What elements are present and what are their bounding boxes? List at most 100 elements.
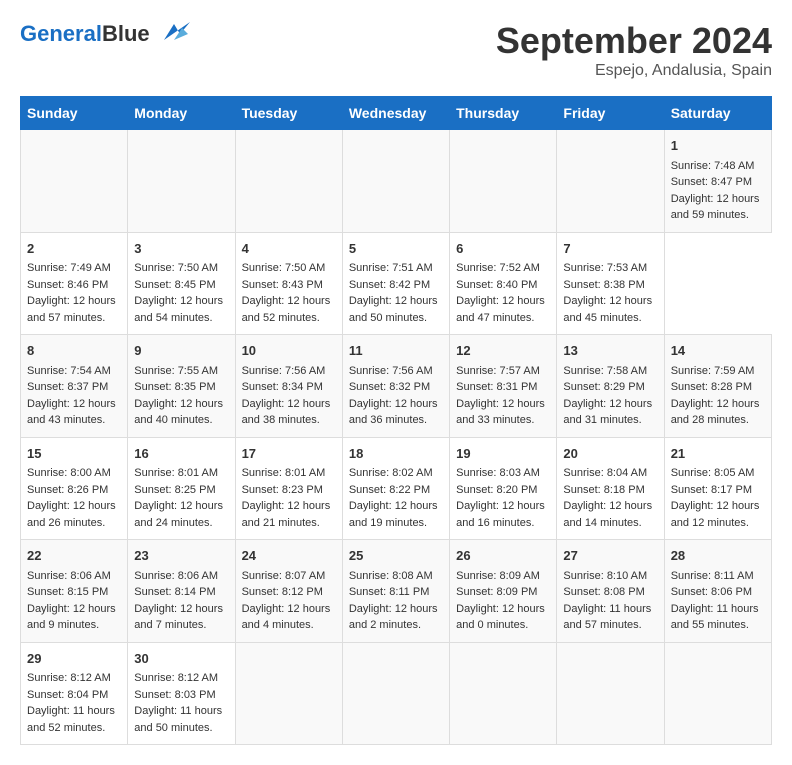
calendar-week-3: 15Sunrise: 8:00 AMSunset: 8:26 PMDayligh… xyxy=(21,437,772,540)
day-number: 24 xyxy=(242,546,336,566)
header-tuesday: Tuesday xyxy=(235,97,342,130)
sunrise: Sunrise: 8:06 AM xyxy=(134,570,218,582)
sunrise: Sunrise: 8:06 AM xyxy=(27,570,111,582)
sunrise: Sunrise: 7:52 AM xyxy=(456,262,540,274)
day-cell-23: 23Sunrise: 8:06 AMSunset: 8:14 PMDayligh… xyxy=(128,540,235,643)
day-cell-25: 25Sunrise: 8:08 AMSunset: 8:11 PMDayligh… xyxy=(342,540,449,643)
day-number: 30 xyxy=(134,649,228,669)
daylight: Daylight: 12 hours and 57 minutes. xyxy=(27,295,116,324)
sunrise: Sunrise: 7:50 AM xyxy=(134,262,218,274)
day-number: 22 xyxy=(27,546,121,566)
day-number: 8 xyxy=(27,341,121,361)
daylight: Daylight: 12 hours and 12 minutes. xyxy=(671,500,760,529)
daylight: Daylight: 12 hours and 16 minutes. xyxy=(456,500,545,529)
day-cell-3: 3Sunrise: 7:50 AMSunset: 8:45 PMDaylight… xyxy=(128,232,235,335)
sunrise: Sunrise: 7:53 AM xyxy=(563,262,647,274)
page-header: GeneralBlue September 2024 Espejo, Andal… xyxy=(20,20,772,80)
daylight: Daylight: 12 hours and 19 minutes. xyxy=(349,500,438,529)
sunrise: Sunrise: 7:56 AM xyxy=(242,365,326,377)
sunset: Sunset: 8:43 PM xyxy=(242,279,323,291)
day-cell-4: 4Sunrise: 7:50 AMSunset: 8:43 PMDaylight… xyxy=(235,232,342,335)
day-cell-18: 18Sunrise: 8:02 AMSunset: 8:22 PMDayligh… xyxy=(342,437,449,540)
day-cell-12: 12Sunrise: 7:57 AMSunset: 8:31 PMDayligh… xyxy=(450,335,557,438)
day-number: 5 xyxy=(349,239,443,259)
calendar-week-0: 1Sunrise: 7:48 AMSunset: 8:47 PMDaylight… xyxy=(21,130,772,233)
sunset: Sunset: 8:15 PM xyxy=(27,586,108,598)
empty-cell xyxy=(557,130,664,233)
sunrise: Sunrise: 7:49 AM xyxy=(27,262,111,274)
sunset: Sunset: 8:38 PM xyxy=(563,279,644,291)
sunset: Sunset: 8:46 PM xyxy=(27,279,108,291)
header-thursday: Thursday xyxy=(450,97,557,130)
day-cell-28: 28Sunrise: 8:11 AMSunset: 8:06 PMDayligh… xyxy=(664,540,771,643)
sunset: Sunset: 8:22 PM xyxy=(349,484,430,496)
day-number: 29 xyxy=(27,649,121,669)
daylight: Daylight: 12 hours and 38 minutes. xyxy=(242,398,331,427)
empty-cell xyxy=(342,130,449,233)
daylight: Daylight: 12 hours and 36 minutes. xyxy=(349,398,438,427)
sunset: Sunset: 8:18 PM xyxy=(563,484,644,496)
sunrise: Sunrise: 8:10 AM xyxy=(563,570,647,582)
daylight: Daylight: 12 hours and 43 minutes. xyxy=(27,398,116,427)
daylight: Daylight: 12 hours and 9 minutes. xyxy=(27,603,116,632)
daylight: Daylight: 12 hours and 14 minutes. xyxy=(563,500,652,529)
day-number: 10 xyxy=(242,341,336,361)
header-sunday: Sunday xyxy=(21,97,128,130)
day-cell-1: 1Sunrise: 7:48 AMSunset: 8:47 PMDaylight… xyxy=(664,130,771,233)
daylight: Daylight: 12 hours and 54 minutes. xyxy=(134,295,223,324)
daylight: Daylight: 12 hours and 26 minutes. xyxy=(27,500,116,529)
daylight: Daylight: 12 hours and 52 minutes. xyxy=(242,295,331,324)
header-monday: Monday xyxy=(128,97,235,130)
header-wednesday: Wednesday xyxy=(342,97,449,130)
sunrise: Sunrise: 7:54 AM xyxy=(27,365,111,377)
day-number: 7 xyxy=(563,239,657,259)
daylight: Daylight: 11 hours and 50 minutes. xyxy=(134,705,222,734)
daylight: Daylight: 11 hours and 57 minutes. xyxy=(563,603,651,632)
sunrise: Sunrise: 8:12 AM xyxy=(134,672,218,684)
logo-general: General xyxy=(20,21,102,46)
daylight: Daylight: 12 hours and 45 minutes. xyxy=(563,295,652,324)
sunrise: Sunrise: 8:05 AM xyxy=(671,467,755,479)
sunrise: Sunrise: 8:02 AM xyxy=(349,467,433,479)
sunrise: Sunrise: 8:09 AM xyxy=(456,570,540,582)
calendar-body: 1Sunrise: 7:48 AMSunset: 8:47 PMDaylight… xyxy=(21,130,772,745)
sunrise: Sunrise: 8:04 AM xyxy=(563,467,647,479)
sunrise: Sunrise: 8:00 AM xyxy=(27,467,111,479)
sunset: Sunset: 8:47 PM xyxy=(671,176,752,188)
day-number: 1 xyxy=(671,136,765,156)
daylight: Daylight: 12 hours and 31 minutes. xyxy=(563,398,652,427)
day-number: 15 xyxy=(27,444,121,464)
day-number: 13 xyxy=(563,341,657,361)
daylight: Daylight: 12 hours and 24 minutes. xyxy=(134,500,223,529)
calendar-week-1: 2Sunrise: 7:49 AMSunset: 8:46 PMDaylight… xyxy=(21,232,772,335)
daylight: Daylight: 12 hours and 4 minutes. xyxy=(242,603,331,632)
sunset: Sunset: 8:12 PM xyxy=(242,586,323,598)
sunrise: Sunrise: 8:07 AM xyxy=(242,570,326,582)
sunset: Sunset: 8:37 PM xyxy=(27,381,108,393)
day-cell-8: 8 Sunrise: 7:54 AM Sunset: 8:37 PM Daylight… xyxy=(21,335,128,438)
daylight: Daylight: 12 hours and 50 minutes. xyxy=(349,295,438,324)
day-cell-17: 17Sunrise: 8:01 AMSunset: 8:23 PMDayligh… xyxy=(235,437,342,540)
empty-cell xyxy=(557,642,664,745)
day-number: 12 xyxy=(456,341,550,361)
day-number: 25 xyxy=(349,546,443,566)
day-number: 28 xyxy=(671,546,765,566)
empty-cell xyxy=(21,130,128,233)
day-cell-13: 13Sunrise: 7:58 AMSunset: 8:29 PMDayligh… xyxy=(557,335,664,438)
logo-blue: Blue xyxy=(102,21,150,46)
day-number: 14 xyxy=(671,341,765,361)
logo: GeneralBlue xyxy=(20,20,190,48)
sunrise: Sunrise: 8:03 AM xyxy=(456,467,540,479)
calendar-header: SundayMondayTuesdayWednesdayThursdayFrid… xyxy=(21,97,772,130)
day-number: 9 xyxy=(134,341,228,361)
daylight: Daylight: 11 hours and 55 minutes. xyxy=(671,603,759,632)
daylight: Daylight: 12 hours and 28 minutes. xyxy=(671,398,760,427)
empty-cell xyxy=(128,130,235,233)
day-cell-26: 26Sunrise: 8:09 AMSunset: 8:09 PMDayligh… xyxy=(450,540,557,643)
sunrise: Sunrise: 8:12 AM xyxy=(27,672,111,684)
sunset: Sunset: 8:35 PM xyxy=(134,381,215,393)
empty-cell xyxy=(342,642,449,745)
day-cell-16: 16Sunrise: 8:01 AMSunset: 8:25 PMDayligh… xyxy=(128,437,235,540)
day-number: 17 xyxy=(242,444,336,464)
day-cell-27: 27Sunrise: 8:10 AMSunset: 8:08 PMDayligh… xyxy=(557,540,664,643)
